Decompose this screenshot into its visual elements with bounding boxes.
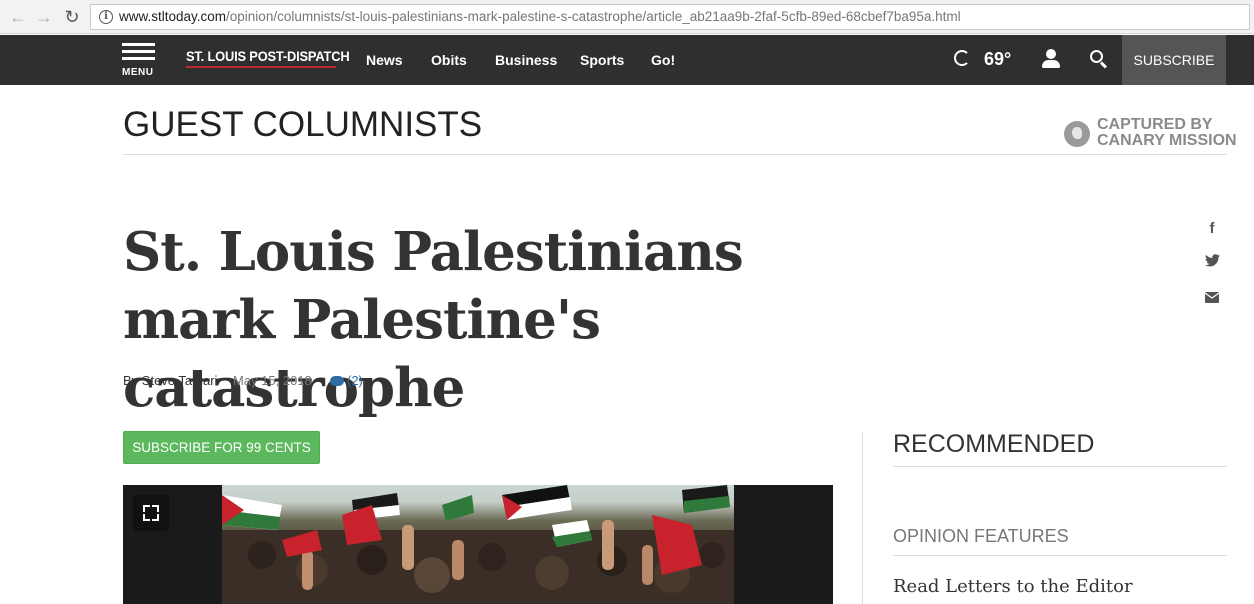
comment-icon [330, 376, 344, 386]
subscribe-99-cents-button[interactable]: SUBSCRIBE FOR 99 CENTS [123, 431, 320, 464]
url-host: www.stltoday.com [119, 9, 227, 24]
hamburger-icon [122, 43, 156, 60]
forward-arrow-icon[interactable]: → [34, 7, 54, 27]
menu-button[interactable]: MENU [122, 43, 156, 79]
column-divider [862, 432, 863, 604]
divider [893, 466, 1227, 467]
email-icon[interactable] [1203, 290, 1221, 307]
moon-weather-icon[interactable] [954, 50, 970, 66]
url-path: /opinion/columnists/st-louis-palestinian… [226, 9, 961, 24]
opinion-features-heading[interactable]: OPINION FEATURES [893, 526, 1069, 547]
back-arrow-icon[interactable]: ← [8, 7, 28, 27]
temperature[interactable]: 69° [984, 49, 1011, 70]
recommended-heading: RECOMMENDED [893, 430, 1095, 458]
url-text: www.stltoday.com/opinion/columnists/st-l… [119, 9, 961, 24]
comments-link[interactable]: (2) [330, 373, 363, 388]
user-icon[interactable] [1042, 49, 1060, 69]
section-title[interactable]: GUEST COLUMNISTS [123, 105, 482, 145]
info-icon[interactable]: i [99, 10, 113, 24]
watermark-line2: CANARY MISSION [1097, 132, 1237, 149]
watermark-line1: CAPTURED BY [1097, 116, 1213, 133]
nav-sports[interactable]: Sports [580, 52, 624, 68]
divider [123, 154, 1227, 155]
twitter-icon[interactable] [1203, 254, 1221, 271]
nav-go[interactable]: Go! [651, 52, 675, 68]
site-header: MENU ST. LOUIS POST-DISPATCH News Obits … [0, 35, 1254, 85]
logo-underline [186, 66, 336, 68]
nav-obits[interactable]: Obits [431, 52, 467, 68]
fullscreen-button[interactable] [133, 495, 169, 531]
canary-bird-icon [1064, 121, 1090, 147]
nav-business[interactable]: Business [495, 52, 557, 68]
article-headline: St. Louis Palestinians mark Palestine's … [123, 221, 744, 419]
comment-count: (2) [347, 373, 363, 388]
letters-to-editor-link[interactable]: Read Letters to the Editor [893, 576, 1133, 597]
watermark-text: CAPTURED BY CANARY MISSION [1097, 117, 1237, 149]
search-icon[interactable] [1090, 50, 1108, 69]
address-bar[interactable]: i www.stltoday.com/opinion/columnists/st… [90, 4, 1250, 30]
site-logo[interactable]: ST. LOUIS POST-DISPATCH [186, 48, 350, 64]
byline[interactable]: By Steve Tamari [123, 373, 217, 388]
publish-date: May 15, 2018 [233, 373, 312, 388]
article-media[interactable] [123, 485, 833, 604]
protest-photo [222, 485, 734, 604]
reload-icon[interactable]: ↻ [62, 7, 82, 27]
menu-label: MENU [122, 67, 154, 78]
nav-news[interactable]: News [366, 52, 403, 68]
divider [893, 555, 1227, 556]
facebook-icon[interactable]: f [1203, 220, 1221, 237]
browser-toolbar: ← → ↻ i www.stltoday.com/opinion/columni… [0, 0, 1254, 34]
subscribe-button[interactable]: SUBSCRIBE [1122, 35, 1226, 85]
